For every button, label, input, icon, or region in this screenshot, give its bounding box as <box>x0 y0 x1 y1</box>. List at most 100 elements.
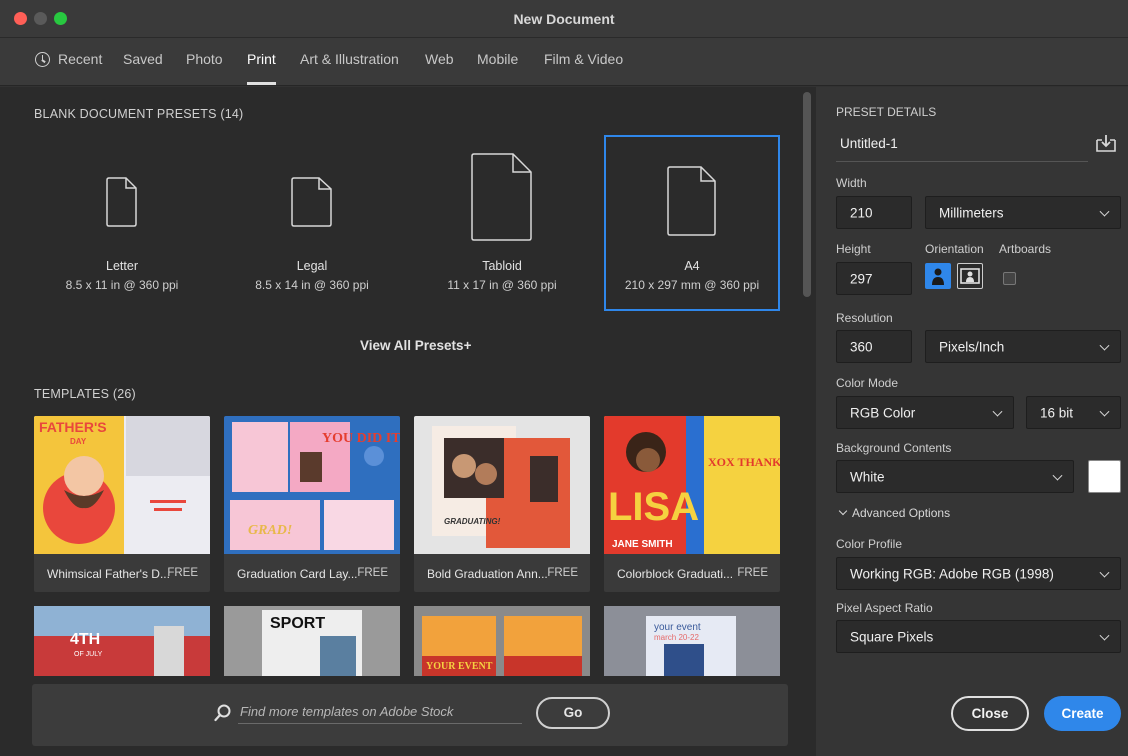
orientation-label: Orientation <box>925 242 984 256</box>
portrait-icon <box>932 268 944 285</box>
document-icon <box>106 177 137 227</box>
template-card[interactable]: YOU DID IT GRAD! Graduation Card Lay... … <box>224 416 400 592</box>
thumb-title-text: GRADUATING! <box>444 517 501 526</box>
plus-icon: + <box>463 338 472 353</box>
resolution-unit-select[interactable]: Pixels/Inch <box>925 330 1121 363</box>
template-name: Whimsical Father's D... <box>47 567 170 581</box>
template-card[interactable]: FATHER'S DAY Whimsical Father's D... FRE… <box>34 416 210 592</box>
color-mode-select[interactable]: RGB Color <box>836 396 1014 429</box>
background-contents-label: Background Contents <box>836 441 952 455</box>
template-thumbnail: FATHER'S DAY <box>34 416 210 554</box>
color-profile-label: Color Profile <box>836 537 903 551</box>
create-button[interactable]: Create <box>1044 696 1121 731</box>
tab-web[interactable]: Web <box>425 51 454 67</box>
pixel-aspect-ratio-select[interactable]: Square Pixels <box>836 620 1121 653</box>
template-thumbnail: YOUR EVENT <box>414 606 590 676</box>
background-color-swatch[interactable] <box>1088 460 1121 493</box>
color-profile-value: Working RGB: Adobe RGB (1998) <box>850 566 1054 581</box>
templates-count: (26) <box>112 387 136 401</box>
artboards-label: Artboards <box>999 242 1052 256</box>
template-card[interactable]: 4TH OF JULY <box>34 606 210 676</box>
thumb-subtitle-text: OF JULY <box>74 651 103 658</box>
landscape-orientation-button[interactable] <box>957 263 983 289</box>
template-card[interactable]: LISA JANE SMITH XOX THANK YOU! Colorbloc… <box>604 416 780 592</box>
blank-presets-heading: BLANK DOCUMENT PRESETS (14) <box>34 107 243 121</box>
preset-legal[interactable]: Legal 8.5 x 14 in @ 360 ppi <box>224 135 400 311</box>
thumb-subtitle-text: DAY <box>70 437 87 446</box>
preset-name: Tabloid <box>482 259 522 273</box>
tab-film-video[interactable]: Film & Video <box>544 51 623 67</box>
bit-depth-value: 16 bit <box>1040 405 1074 420</box>
preset-name: Letter <box>106 259 138 273</box>
preset-size: 8.5 x 11 in @ 360 ppi <box>65 278 179 292</box>
resolution-input[interactable]: 360 <box>836 330 912 363</box>
search-icon <box>214 704 231 722</box>
preset-details-panel: PRESET DETAILS Untitled-1 Width 210 Mill… <box>816 87 1128 756</box>
tab-saved[interactable]: Saved <box>123 51 163 67</box>
tab-print[interactable]: Print <box>247 51 276 67</box>
close-button[interactable]: Close <box>951 696 1029 731</box>
go-button[interactable]: Go <box>536 697 610 729</box>
template-card[interactable]: GRADUATING! Bold Graduation Ann... FREE <box>414 416 590 592</box>
title-bar: New Document <box>0 0 1128 38</box>
advanced-options-label: Advanced Options <box>852 506 951 520</box>
template-card[interactable]: YOUR EVENT <box>414 606 590 676</box>
thumb-title-text: 4TH <box>70 631 100 648</box>
chevron-down-icon <box>838 506 848 516</box>
view-all-presets-link[interactable]: View All Presets+ <box>360 338 471 353</box>
document-name-field[interactable]: Untitled-1 <box>836 124 1088 162</box>
document-icon <box>667 166 716 236</box>
template-name: Graduation Card Lay... <box>237 567 358 581</box>
width-unit-select[interactable]: Millimeters <box>925 196 1121 229</box>
preset-size: 8.5 x 14 in @ 360 ppi <box>255 278 369 292</box>
template-name: Bold Graduation Ann... <box>427 567 548 581</box>
background-contents-select[interactable]: White <box>836 460 1074 493</box>
thumb-subtitle-text: march 20-22 <box>654 633 699 642</box>
preset-a4[interactable]: A4 210 x 297 mm @ 360 ppi <box>604 135 780 311</box>
tab-art-illustration[interactable]: Art & Illustration <box>300 51 399 67</box>
tab-mobile[interactable]: Mobile <box>477 51 518 67</box>
free-badge: FREE <box>547 567 578 579</box>
thumb-title-text: your event <box>654 622 701 633</box>
bit-depth-select[interactable]: 16 bit <box>1026 396 1121 429</box>
height-input[interactable]: 297 <box>836 262 912 295</box>
preset-name: Legal <box>296 259 328 273</box>
tab-recent[interactable]: Recent <box>58 51 102 67</box>
tab-photo[interactable]: Photo <box>186 51 223 67</box>
pixel-aspect-ratio-label: Pixel Aspect Ratio <box>836 601 933 615</box>
advanced-options-toggle[interactable]: Advanced Options <box>836 506 950 520</box>
free-badge: FREE <box>357 567 388 579</box>
stock-search-input[interactable] <box>238 700 522 724</box>
blank-presets-count: (14) <box>220 107 244 121</box>
document-name-value: Untitled-1 <box>840 136 898 151</box>
template-card[interactable]: SPORT <box>224 606 400 676</box>
preset-letter[interactable]: Letter 8.5 x 11 in @ 360 ppi <box>34 135 210 311</box>
portrait-orientation-button[interactable] <box>925 263 951 289</box>
background-contents-value: White <box>850 469 885 484</box>
width-input[interactable]: 210 <box>836 196 912 229</box>
chevron-down-icon <box>1099 340 1110 351</box>
presets-scrollbar[interactable] <box>803 92 811 297</box>
document-icon <box>291 177 332 227</box>
templates-heading: TEMPLATES (26) <box>34 387 136 401</box>
chevron-down-icon <box>1052 470 1063 481</box>
document-icon <box>471 153 532 241</box>
template-thumbnail: LISA JANE SMITH XOX THANK YOU! <box>604 416 780 554</box>
stock-search-bar: Go <box>32 684 788 746</box>
chevron-down-icon <box>1099 567 1110 578</box>
template-card[interactable]: your event march 20-22 <box>604 606 780 676</box>
width-label: Width <box>836 176 867 190</box>
preset-tabloid[interactable]: Tabloid 11 x 17 in @ 360 ppi <box>414 135 590 311</box>
thumb-title-text: LISA <box>608 485 699 529</box>
preset-details-heading: PRESET DETAILS <box>836 105 937 119</box>
artboards-checkbox[interactable] <box>1003 272 1016 285</box>
blank-presets-heading-text: BLANK DOCUMENT PRESETS <box>34 107 217 121</box>
clock-icon <box>35 52 50 67</box>
free-badge: FREE <box>737 567 768 579</box>
template-thumbnail: SPORT <box>224 606 400 676</box>
chevron-down-icon <box>1099 406 1110 417</box>
thumb-title-text: SPORT <box>270 615 325 632</box>
save-preset-icon[interactable] <box>1096 134 1116 152</box>
color-profile-select[interactable]: Working RGB: Adobe RGB (1998) <box>836 557 1121 590</box>
thumb-subtitle-text: GRAD! <box>248 523 292 538</box>
